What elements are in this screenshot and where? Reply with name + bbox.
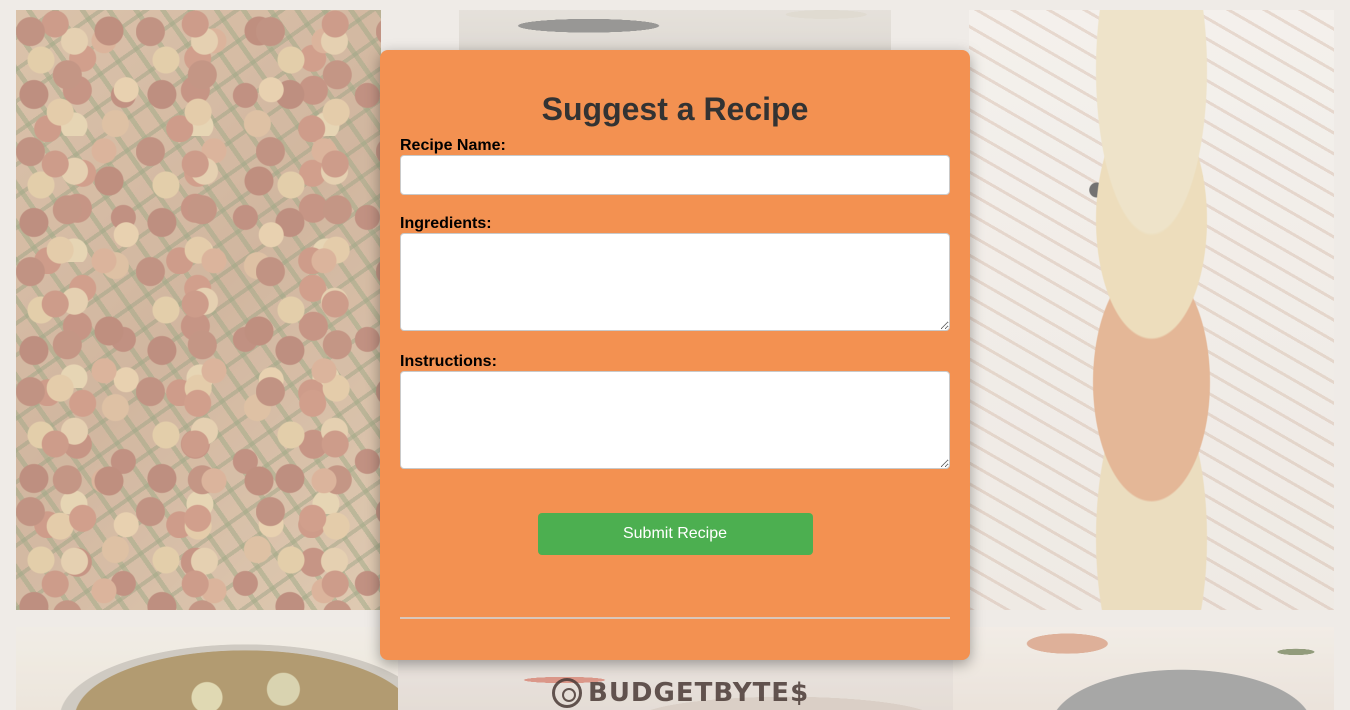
submit-recipe-button[interactable]: Submit Recipe	[537, 513, 813, 555]
instructions-textarea[interactable]	[400, 371, 950, 469]
logo-icon	[552, 678, 582, 708]
suggest-recipe-form: Recipe Name: Ingredients: Instructions: …	[400, 137, 950, 555]
ingredients-label: Ingredients:	[400, 215, 492, 232]
divider	[400, 617, 950, 619]
recipe-name-input[interactable]	[400, 155, 950, 195]
page-title: Suggest a Recipe	[541, 91, 809, 127]
ingredients-group: Ingredients:	[400, 215, 950, 331]
recipe-name-group: Recipe Name:	[400, 137, 950, 195]
instructions-group: Instructions:	[400, 353, 950, 469]
ingredients-textarea[interactable]	[400, 233, 950, 331]
budget-bytes-logo: BUDGETBYTE$	[552, 678, 809, 708]
instructions-label: Instructions:	[400, 353, 497, 370]
suggest-recipe-card: Suggest a Recipe Recipe Name: Ingredient…	[380, 50, 970, 660]
logo-text: BUDGETBYTE$	[588, 678, 810, 708]
recipe-name-label: Recipe Name:	[400, 137, 506, 154]
